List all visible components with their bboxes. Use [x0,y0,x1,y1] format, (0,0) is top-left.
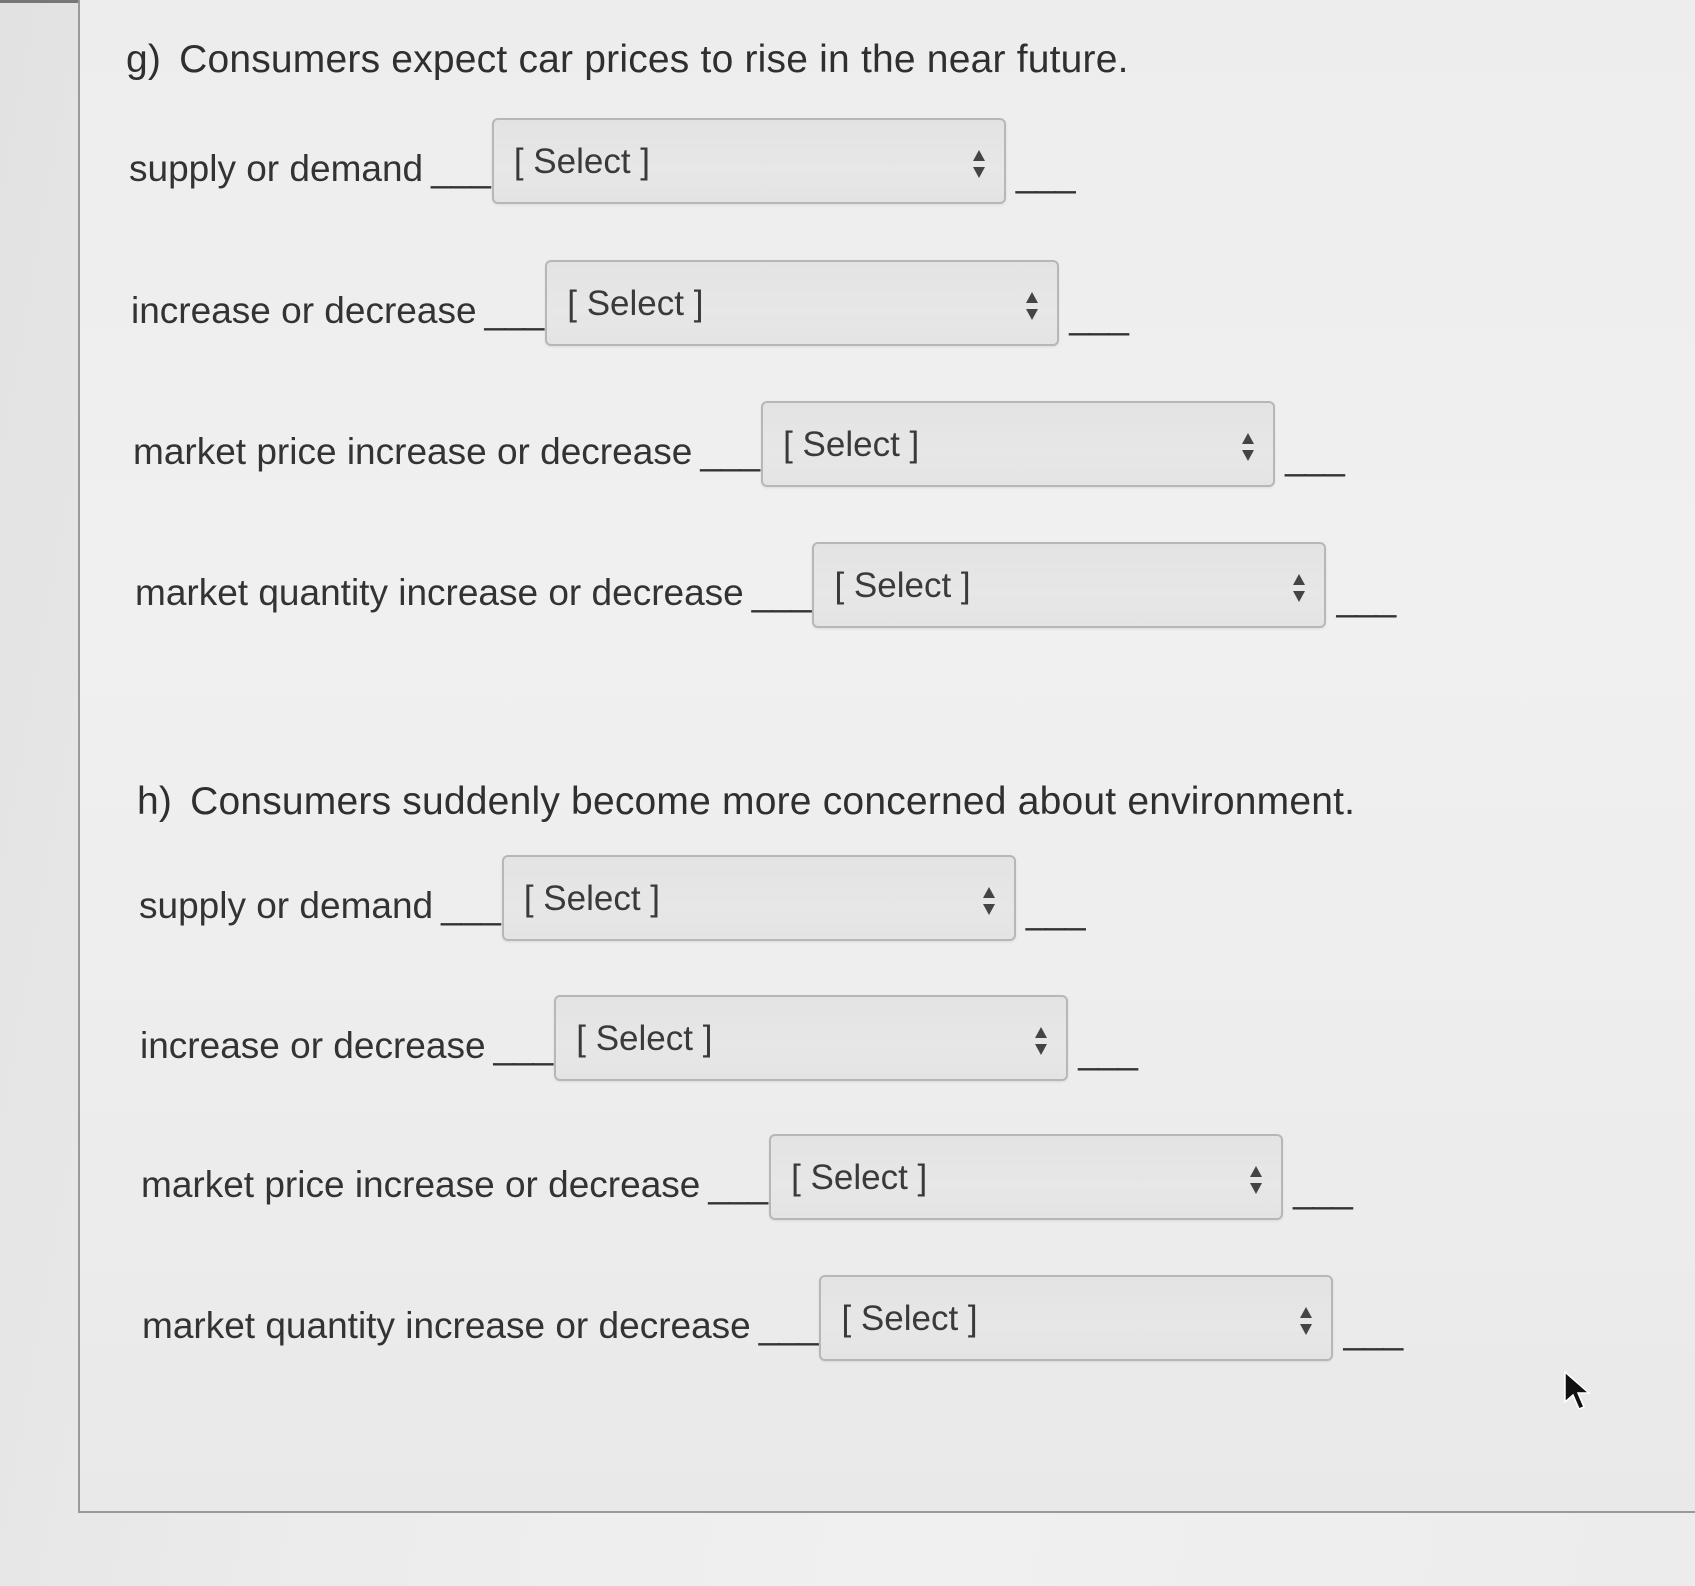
blank-after: ___ [1285,436,1345,477]
blank-before: ___ [751,572,812,613]
question-g-title: g) Consumers expect car prices to rise in… [126,38,1129,82]
blank-after: ___ [1336,577,1396,618]
up-down-arrows-icon [1035,1027,1048,1055]
blank-before: ___ [441,885,501,926]
question-letter: g) [126,38,162,81]
row-label: supply or demand [129,148,424,189]
question-h-row-market-quantity: market quantity increase or decrease ___… [142,1275,1403,1361]
blank-before: ___ [758,1305,819,1346]
up-down-arrows-icon [1293,574,1306,602]
blank-after: ___ [1343,1310,1403,1351]
question-g-row-increase-or-decrease: increase or decrease ___ [ Select ] ___ [131,260,1129,346]
answer-select[interactable]: [ Select ] [819,1275,1334,1361]
question-h-row-increase-or-decrease: increase or decrease ___ [ Select ] ___ [140,995,1138,1081]
question-h-row-market-price: market price increase or decrease ___ [ … [141,1134,1353,1220]
blank-before: ___ [484,290,545,331]
row-label: market price increase or decrease [141,1164,701,1205]
row-label: increase or decrease [131,290,477,331]
up-down-arrows-icon [1242,433,1255,461]
answer-select[interactable]: [ Select ] [812,542,1327,628]
select-value: [ Select ] [576,1019,713,1058]
question-g-row-market-price: market price increase or decrease ___ [ … [133,401,1345,487]
up-down-arrows-icon [1300,1307,1313,1335]
up-down-arrows-icon [1026,292,1039,320]
row-label: market price increase or decrease [133,431,693,472]
select-value: [ Select ] [523,879,661,918]
up-down-arrows-icon [1250,1166,1263,1194]
blank-before: ___ [431,148,491,189]
row-label: supply or demand [139,885,434,926]
blank-before: ___ [493,1025,554,1066]
blank-after: ___ [1293,1169,1353,1210]
question-text: Consumers expect car prices to rise in t… [179,38,1129,81]
question-h-row-supply-or-demand: supply or demand ___ [ Select ] ___ [139,855,1086,941]
question-text: Consumers suddenly become more concerned… [190,780,1356,823]
answer-select[interactable]: [ Select ] [554,995,1069,1081]
blank-after: ___ [1015,153,1076,194]
select-value: [ Select ] [567,284,704,323]
select-value: [ Select ] [783,425,920,464]
row-label: market quantity increase or decrease [142,1305,751,1346]
question-g-row-supply-or-demand: supply or demand ___ [ Select ] ___ [129,118,1076,204]
blank-before: ___ [700,431,760,472]
page-background: g) Consumers expect car prices to rise in… [0,0,1695,1586]
question-letter: h) [137,780,173,823]
blank-after: ___ [1025,890,1086,931]
select-value: [ Select ] [834,566,971,605]
up-down-arrows-icon [972,150,985,178]
select-value: [ Select ] [513,142,651,181]
blank-after: ___ [1078,1030,1138,1071]
answer-select[interactable]: [ Select ] [769,1134,1284,1220]
answer-select[interactable]: [ Select ] [491,118,1006,204]
question-g-row-market-quantity: market quantity increase or decrease ___… [135,542,1396,628]
question-h-title: h) Consumers suddenly become more concern… [137,780,1355,824]
blank-before: ___ [708,1164,768,1205]
row-label: market quantity increase or decrease [135,572,744,613]
mouse-pointer-icon [1564,1370,1591,1410]
up-down-arrows-icon [982,887,995,915]
answer-select[interactable]: [ Select ] [501,855,1016,941]
row-label: increase or decrease [140,1025,486,1066]
answer-select[interactable]: [ Select ] [761,401,1276,487]
answer-select[interactable]: [ Select ] [545,260,1060,346]
select-value: [ Select ] [841,1299,978,1338]
blank-after: ___ [1069,295,1129,336]
select-value: [ Select ] [791,1158,928,1197]
